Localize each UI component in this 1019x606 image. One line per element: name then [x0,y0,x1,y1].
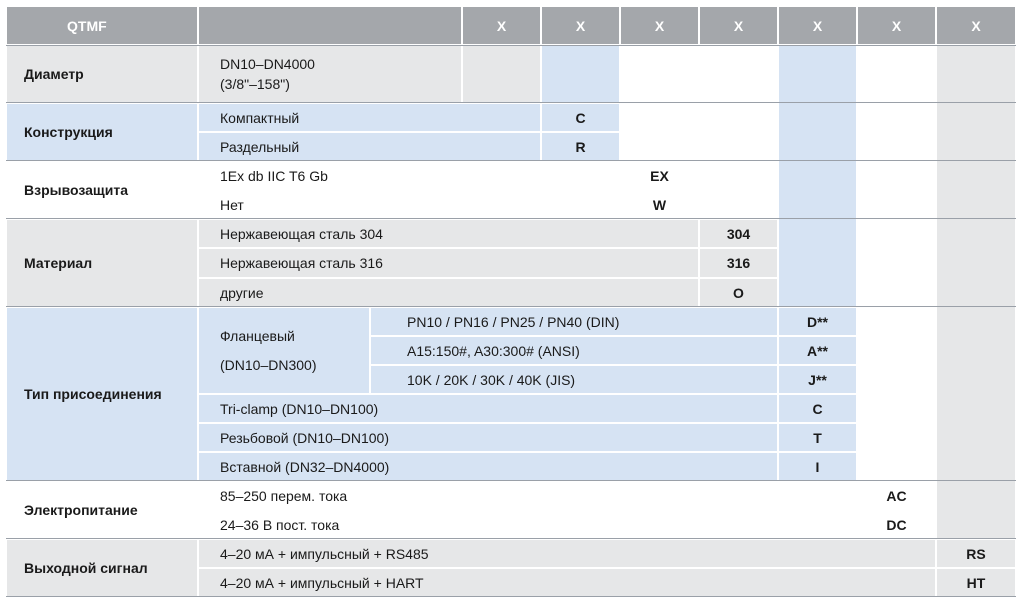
power-option-dc: 24–36 В пост. тока [198,510,857,539]
output-option-hart: 4–20 мА + импульсный + HART [198,568,936,597]
header-col-3: X [620,6,699,45]
header-col-2: X [541,6,620,45]
separator-line [6,480,1016,481]
output-code-ht: HT [936,568,1016,597]
output-code-rs: RS [936,539,1016,568]
header-model-cell: QTMF [6,6,198,45]
connection-option-thread: Резьбовой (DN10–DN100) [198,423,778,452]
diameter-label: Диаметр [6,45,198,103]
construction-option-compact: Компактный [198,103,541,132]
power-code-ac: AC [857,481,936,510]
header-col-7: X [936,6,1016,45]
connection-code-j: J** [778,365,857,394]
material-code-o: O [699,278,778,307]
col-fill-4 [699,45,778,219]
connection-code-c: C [778,394,857,423]
separator-line [6,160,1016,161]
material-code-304: 304 [699,219,778,248]
diameter-code-cell [462,45,541,103]
construction-code-c: C [541,103,620,132]
header-col-1: X [462,6,541,45]
col-fill-7 [936,45,1016,539]
separator-line [6,596,1016,597]
separator-line [6,45,1016,46]
header-model: QTMF [67,17,107,34]
explosion-code-w: W [620,190,699,219]
connection-code-a: A** [778,336,857,365]
explosion-code-ex: EX [620,161,699,190]
material-option-other: другие [198,278,699,307]
power-label: Электропитание [6,481,198,539]
power-option-ac: 85–250 перем. тока [198,481,857,510]
material-code-316: 316 [699,248,778,278]
output-option-rs485: 4–20 мА + импульсный + RS485 [198,539,936,568]
construction-option-remote: Раздельный [198,132,541,161]
explosion-option-ex: 1Ex db IIC T6 Gb [198,161,620,190]
connection-code-d: D** [778,307,857,336]
material-label: Материал [6,219,198,307]
connection-label: Тип присоединения [6,307,198,481]
connection-option-triclamp: Tri-clamp (DN10–DN100) [198,394,778,423]
connection-flange-label: Фланцевый (DN10–DN300) [198,307,370,394]
connection-option-insert: Вставной (DN32–DN4000) [198,452,778,481]
explosion-option-none: Нет [198,190,620,219]
material-option-316: Нержавеющая сталь 316 [198,248,699,278]
connection-code-t: T [778,423,857,452]
material-option-304: Нержавеющая сталь 304 [198,219,699,248]
power-code-dc: DC [857,510,936,539]
col-fill-3 [620,45,699,161]
construction-code-r: R [541,132,620,161]
diameter-code-cell-2 [541,45,620,103]
separator-line [6,306,1016,307]
col-fill-6 [857,45,936,481]
output-label: Выходной сигнал [6,539,198,597]
connection-flange-ansi: A15:150#, A30:300# (ANSI) [370,336,778,365]
construction-label: Конструкция [6,103,198,161]
col-fill-5 [778,45,857,307]
header-col-4: X [699,6,778,45]
connection-code-i: I [778,452,857,481]
header-blank-cell [198,6,462,45]
connection-flange-jis: 10K / 20K / 30K / 40K (JIS) [370,365,778,394]
explosion-label: Взрывозащита [6,161,198,219]
connection-flange-din: PN10 / PN16 / PN25 / PN40 (DIN) [370,307,778,336]
separator-line [6,538,1016,539]
separator-line [6,218,1016,219]
separator-line [6,102,1016,103]
header-col-5: X [778,6,857,45]
diameter-value: DN10–DN4000 (3/8"–158") [198,45,462,103]
header-col-6: X [857,6,936,45]
